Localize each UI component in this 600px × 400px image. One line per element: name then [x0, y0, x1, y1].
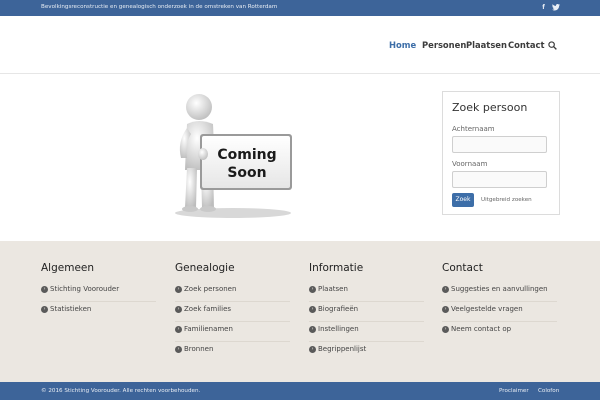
chevron-right-icon: › — [442, 306, 449, 313]
achternaam-label: Achternaam — [452, 125, 495, 133]
chevron-right-icon: › — [175, 306, 182, 313]
footer-link[interactable]: › Veelgestelde vragen — [442, 302, 557, 322]
footer-column-title: Informatie — [309, 262, 364, 274]
colofon-link[interactable]: Colofon — [538, 388, 559, 394]
chevron-right-icon: › — [175, 286, 182, 293]
footer-column-title: Contact — [442, 262, 483, 274]
voornaam-input[interactable] — [452, 171, 547, 188]
chevron-right-icon: › — [442, 326, 449, 333]
copyright-text: © 2016 Stichting Voorouder. Alle rechten… — [41, 388, 201, 394]
zoek-button[interactable]: Zoek — [452, 193, 474, 207]
footer-link[interactable]: › Instellingen — [309, 322, 424, 342]
footer-link[interactable]: › Bronnen — [175, 342, 290, 362]
advanced-search-link[interactable]: Uitgebreid zoeken — [481, 197, 532, 203]
chevron-right-icon: › — [309, 326, 316, 333]
facebook-icon[interactable]: f — [539, 3, 548, 13]
search-person-widget: Zoek persoon Achternaam Voornaam Zoek Ui… — [442, 91, 560, 215]
footer-column-title: Algemeen — [41, 262, 95, 274]
footer-link[interactable]: › Plaatsen — [309, 282, 424, 302]
sign-text-line1: Coming — [217, 147, 276, 163]
footer-link[interactable]: › Begrippenlijst — [309, 342, 424, 362]
footer-column-contact: Contact › Suggesties en aanvullingen › Vee… — [442, 262, 557, 342]
chevron-right-icon: › — [175, 326, 182, 333]
site-tagline: Bevolkingsreconstructie en genealogisch … — [41, 4, 278, 10]
voornaam-label: Voornaam — [452, 160, 488, 168]
footer-column-genealogie: Genealogie › Zoek personen › Zoek families… — [175, 262, 290, 362]
widget-title: Zoek persoon — [452, 101, 528, 114]
bottom-bar: © 2016 Stichting Voorouder. Alle rechten… — [0, 382, 600, 400]
footer-column-title: Genealogie — [175, 262, 235, 274]
chevron-right-icon: › — [175, 346, 182, 353]
footer: Algemeen › Stichting Voorouder › Statistie… — [0, 241, 600, 382]
footer-link[interactable]: › Familienamen — [175, 322, 290, 342]
footer-link[interactable]: › Statistieken — [41, 302, 156, 322]
sign-text-line2: Soon — [227, 165, 266, 181]
proclaimer-link[interactable]: Proclaimer — [499, 388, 529, 394]
footer-column-informatie: Informatie › Plaatsen › Biografieën › Inste… — [309, 262, 424, 362]
nav-home[interactable]: Home — [389, 40, 416, 50]
nav-plaatsen[interactable]: Plaatsen — [466, 40, 507, 50]
chevron-right-icon: › — [41, 306, 48, 313]
main-content: Coming Soon Zoek persoon Achternaam Voor… — [0, 74, 600, 241]
footer-column-algemeen: Algemeen › Stichting Voorouder › Statistie… — [41, 262, 156, 322]
twitter-icon[interactable] — [551, 3, 560, 13]
search-icon[interactable] — [548, 41, 557, 50]
chevron-right-icon: › — [309, 306, 316, 313]
footer-link[interactable]: › Zoek personen — [175, 282, 290, 302]
chevron-right-icon: › — [309, 286, 316, 293]
top-bar: Bevolkingsreconstructie en genealogisch … — [0, 0, 600, 16]
nav-personen[interactable]: Personen — [422, 40, 466, 50]
footer-link[interactable]: › Neem contact op — [442, 322, 557, 342]
footer-link[interactable]: › Biografieën — [309, 302, 424, 322]
nav-contact[interactable]: Contact — [508, 40, 545, 50]
footer-link[interactable]: › Suggesties en aanvullingen — [442, 282, 557, 302]
footer-link[interactable]: › Zoek families — [175, 302, 290, 322]
coming-soon-illustration: Coming Soon — [175, 94, 292, 218]
footer-link[interactable]: › Stichting Voorouder — [41, 282, 156, 302]
chevron-right-icon: › — [41, 286, 48, 293]
achternaam-input[interactable] — [452, 136, 547, 153]
site-header: Home Personen Plaatsen Contact — [0, 16, 600, 74]
chevron-right-icon: › — [442, 286, 449, 293]
chevron-right-icon: › — [309, 346, 316, 353]
